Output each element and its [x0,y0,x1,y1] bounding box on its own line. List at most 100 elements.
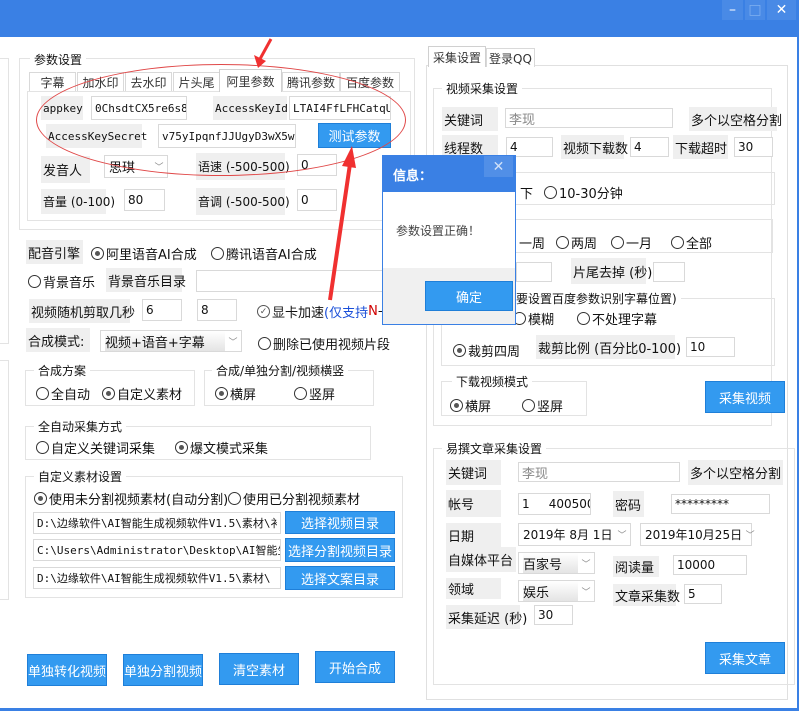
video-keyword-input[interactable]: 李现 [505,108,673,128]
chevron-down-icon: ﹀ [228,337,238,348]
checkmark-icon: ✓ [257,305,270,318]
clip-min-input[interactable]: 6 [142,299,182,321]
split-video-button[interactable]: 单独分割视频 [123,654,203,686]
access-key-secret-input[interactable]: v75yIpqnfJJUgyD3wX5wyF [158,124,296,148]
subtitle-blur-radio[interactable]: 模糊 [513,309,554,328]
date-from-picker[interactable]: 2019年 8月 1日 ﹀ [518,523,631,546]
convert-video-button[interactable]: 单独转化视频 [27,654,107,686]
use-split-label: 使用已分割视频素材 [243,493,361,508]
select-copy-dir-button[interactable]: 选择文案目录 [285,566,395,590]
access-key-id-input[interactable]: LTAI4FfLFHCatqUA [289,96,391,120]
radio-checked-icon [102,387,115,400]
tab-ali-params[interactable]: 阿里参数 [219,69,282,92]
radio-unchecked-icon [228,492,241,505]
volume-input[interactable]: 80 [124,189,165,211]
dialog-ok-button[interactable]: 确定 [425,281,513,311]
reads-input[interactable]: 10000 [673,555,747,575]
tab-intro-outro[interactable]: 片头尾 [173,72,220,92]
article-keyword-input[interactable]: 李现 [518,462,680,482]
head-cut-input[interactable] [516,262,552,282]
info-dialog: 信息： ✕ 参数设置正确！ 确定 [382,155,516,325]
period-all-radio[interactable]: 全部 [671,233,712,252]
use-split-radio[interactable]: 使用已分割视频素材 [228,489,360,508]
period-two-weeks-radio[interactable]: 两周 [556,233,597,252]
account-label: 帐号 [446,490,501,517]
password-input[interactable]: ********* [671,494,770,514]
field-label: 领域 [446,578,501,599]
tab-tencent-params[interactable]: 腾讯参数 [282,72,340,92]
select-split-dir-button[interactable]: 选择分割视频目录 [285,538,395,562]
copy-dir-input[interactable]: D:\边缘软件\AI智能生成视频软件V1.5\素材\ [33,567,281,589]
download-landscape-radio[interactable]: 横屏 [450,396,491,415]
bgm-radio-label: 背景音乐 [43,276,96,291]
engine-ali-radio[interactable]: 阿里语音AI合成 [91,244,197,263]
engine-tencent-radio[interactable]: 腾讯语音AI合成 [211,244,317,263]
select-video-dir-button[interactable]: 选择视频目录 [285,511,395,534]
tab-subtitle[interactable]: 字幕 [29,72,76,92]
split-dir-input[interactable]: C:\Users\Administrator\Desktop\AI智能生成 [33,539,281,561]
download-timeout-input[interactable]: 30 [734,137,773,157]
clip-max-input[interactable]: 8 [197,299,237,321]
collect-delay-label: 采集延迟 (秒) [446,605,527,629]
scheme-custom-radio[interactable]: 自定义素材 [102,384,182,403]
threads-input[interactable]: 4 [506,137,553,157]
radio-unchecked-icon [294,387,307,400]
start-compose-button[interactable]: 开始合成 [315,651,395,683]
close-button[interactable]: ✕ [767,0,796,20]
tab-login-qq[interactable]: 登录QQ [486,48,535,67]
orientation-portrait-radio[interactable]: 竖屏 [294,384,335,403]
period-month-radio[interactable]: 一月 [611,233,652,252]
collect-video-button[interactable]: 采集视频 [705,381,785,413]
chevron-down-icon: ﹀ [154,163,164,173]
date-to-value: 2019年10月25日 [645,528,743,542]
crop-ratio-input[interactable]: 10 [686,337,735,357]
collect-article-button[interactable]: 采集文章 [705,642,785,674]
use-unsplit-radio[interactable]: 使用未分割视频素材(自动分割) [34,489,228,508]
radio-checked-icon [91,247,104,260]
tab-baidu-params[interactable]: 百度参数 [340,72,400,92]
field-select[interactable]: 娱乐 ﹀ [518,580,595,602]
compose-mode-select[interactable]: 视频+语音+字幕 ﹀ [100,330,242,352]
close-icon: ✕ [492,158,505,175]
radio-checked-icon [453,344,466,357]
tab-remove-watermark[interactable]: 去水印 [125,72,172,92]
crop-around-radio[interactable]: 裁剪四周 [453,341,520,360]
tab-watermark[interactable]: 加水印 [77,72,124,92]
use-unsplit-label: 使用未分割视频素材(自动分割) [49,493,229,508]
clear-material-button[interactable]: 清空素材 [219,653,299,685]
video-dir-input[interactable]: D:\边缘软件\AI智能生成视频软件V1.5\素材\衤 [33,512,281,534]
download-portrait-label: 竖屏 [537,400,564,415]
video-collect-title: 视频采集设置 [442,80,523,97]
article-collect-title: 易撰文章采集设置 [442,440,547,457]
scheme-auto-radio[interactable]: 全自动 [36,384,90,403]
appkey-input[interactable]: 0ChsdtCX5re6s8W [91,96,187,120]
duration-partial-label: 下 [520,187,534,202]
speaker-select[interactable]: 思琪 ﹀ [104,155,168,178]
tab-collect-settings[interactable]: 采集设置 [428,46,486,67]
date-to-picker[interactable]: 2019年10月25日 ﹀ [640,523,755,546]
download-portrait-radio[interactable]: 竖屏 [522,396,563,415]
auto-collect-keyword-radio[interactable]: 自定义关键词采集 [36,438,155,457]
duration-10-30-radio[interactable]: 10-30分钟 [544,183,623,202]
dialog-close-button[interactable]: ✕ [484,156,513,177]
minimize-button[interactable]: – [722,0,743,20]
speaker-value: 思琪 [109,161,136,176]
maximize-button[interactable]: □ [745,0,765,20]
article-count-input[interactable]: 5 [684,584,722,604]
article-keyword-hint: 多个以空格分割 [688,460,783,485]
bgm-radio[interactable]: 背景音乐 [28,272,95,291]
radio-unchecked-icon [36,387,49,400]
subtitle-none-radio[interactable]: 不处理字幕 [577,309,657,328]
auto-collect-viral-radio[interactable]: 爆文模式采集 [175,438,268,457]
delete-used-radio[interactable]: 删除已使用视频片段 [258,334,390,353]
tail-cut-input[interactable] [653,262,685,282]
orientation-landscape-radio[interactable]: 横屏 [215,384,256,403]
chevron-down-icon: ﹀ [581,559,591,570]
radio-unchecked-icon [36,441,49,454]
annotation-arrow-down [254,38,273,68]
account-input[interactable]: 1 400500 [518,493,591,515]
platform-select[interactable]: 百家号 ﹀ [518,552,595,574]
collect-delay-input[interactable]: 30 [534,605,573,625]
radio-unchecked-icon [211,247,224,260]
download-count-input[interactable]: 4 [630,137,669,157]
